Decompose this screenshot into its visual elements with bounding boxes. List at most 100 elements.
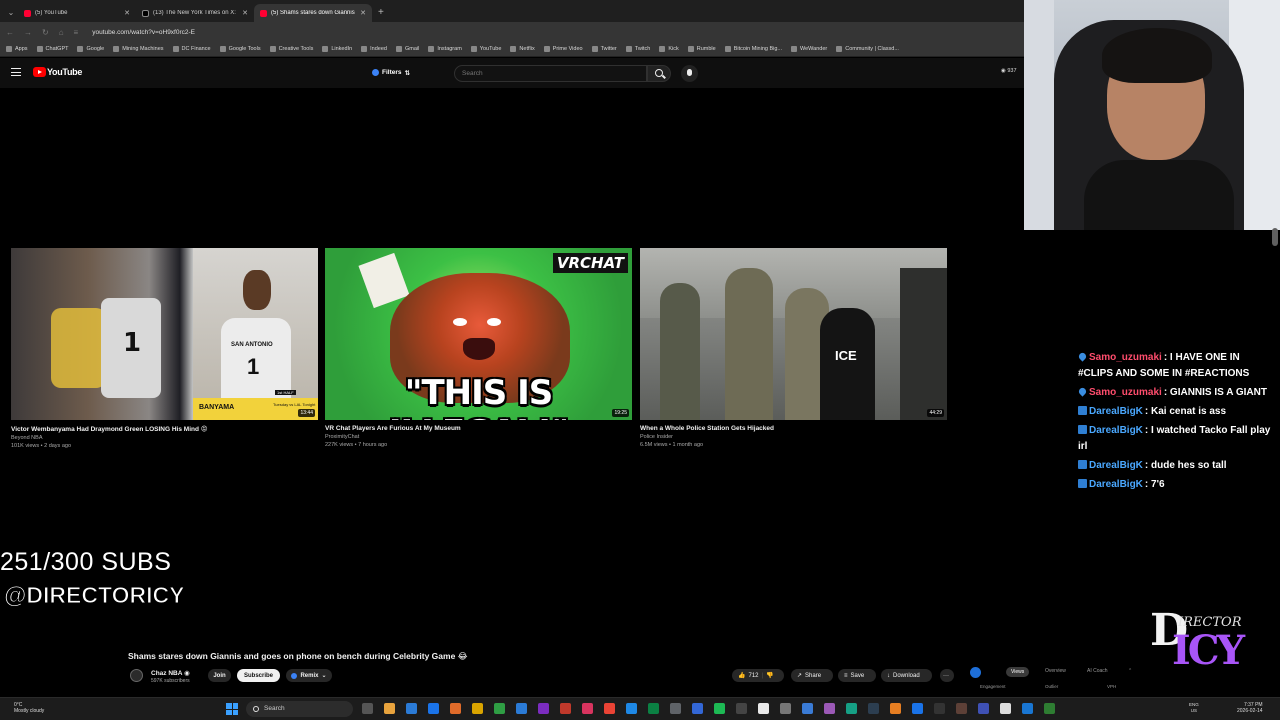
taskbar-app-icon[interactable] [780,703,791,714]
taskbar-app-icon[interactable] [846,703,857,714]
taskbar-app-icon[interactable] [758,703,769,714]
taskbar-app-icon[interactable] [956,703,967,714]
taskbar-app-icon[interactable] [362,703,373,714]
analytics-tab-overview[interactable]: Overview [1045,668,1066,674]
bookmark-item[interactable]: Prime Video [543,46,583,52]
taskbar-app-icon[interactable] [714,703,725,714]
tab-search-icon[interactable]: ⌄ [4,4,18,20]
subscribe-button[interactable]: Subscribe [237,669,280,682]
system-clock[interactable]: 7:37 PM 2026-02-14 [1237,702,1263,714]
taskbar-app-icon[interactable] [538,703,549,714]
reload-icon[interactable]: ↻ [42,28,49,37]
taskbar-app-icon[interactable] [428,703,439,714]
url-field[interactable]: youtube.com/watch?v=oH9xf0rc2-E [92,29,195,36]
language-indicator[interactable]: ENG US [1189,702,1199,714]
page-scrollbar[interactable] [1272,228,1278,246]
taskbar-app-icon[interactable] [648,703,659,714]
filters-button[interactable]: Filters ⇅ [372,66,410,79]
bookmark-item[interactable]: Community | Classd... [836,46,899,52]
youtube-logo-icon[interactable] [33,67,46,77]
channel-avatar[interactable] [130,669,143,682]
taskbar-app-icon[interactable] [912,703,923,714]
taskbar-app-icon[interactable] [626,703,637,714]
close-icon[interactable]: ✕ [124,9,130,17]
bookmark-item[interactable]: YouTube [470,46,501,52]
share-button[interactable]: ↗ Share [791,669,833,682]
youtube-logo-text[interactable]: YouTube [47,67,82,77]
bookmark-item[interactable]: Mining Machines [113,46,164,52]
taskbar-app-icon[interactable] [582,703,593,714]
bookmark-item[interactable]: DC Finance [172,46,211,52]
tab-nyt-x[interactable]: (13) The New York Times on X: ✕ [136,4,254,22]
taskbar-app-icon[interactable] [406,703,417,714]
bookmark-item[interactable]: Twitter [591,46,617,52]
video-channel[interactable]: Beyond NBA [11,435,318,441]
video-channel[interactable]: ProximityChat [325,434,632,440]
taskbar-app-icon[interactable] [472,703,483,714]
bookmark-item[interactable]: Indeed [361,46,387,52]
close-icon[interactable]: ✕ [242,9,248,17]
save-button[interactable]: ≡ Save [838,669,876,682]
bookmark-item[interactable]: Twitch [625,46,650,52]
remix-button[interactable]: Remix ⌄ [286,669,332,682]
bookmark-item[interactable]: Instagram [428,46,462,52]
video-card[interactable]: ICE 44:29 When a Whole Police Station Ge… [640,248,947,448]
video-thumbnail[interactable]: VRCHAT "THIS IS ILLEGAL!" 19:25 [325,248,632,420]
taskbar-app-icon[interactable] [450,703,461,714]
site-info-icon[interactable]: ≡ [74,28,79,37]
bookmark-item[interactable]: Google [77,46,104,52]
taskbar-app-icon[interactable] [494,703,505,714]
bookmark-item[interactable]: Kick [659,46,679,52]
back-icon[interactable]: ← [6,28,14,37]
taskbar-app-icon[interactable] [1000,703,1011,714]
bookmark-item[interactable]: Gmail [395,46,419,52]
video-card[interactable]: 1 SAN ANTONIO 1 1st HALF BANYAMA Tuesday… [11,248,318,449]
forward-icon[interactable]: → [24,28,32,37]
windows-start-icon[interactable] [226,703,238,715]
bookmark-item[interactable]: WeWander [791,46,827,52]
analytics-icon[interactable] [970,667,981,678]
weather-widget[interactable]: 0°C Mostly cloudy [14,702,44,714]
taskbar-app-icon[interactable] [978,703,989,714]
like-button[interactable]: 👍 712 | 👎 [732,669,784,682]
menu-icon[interactable] [11,68,21,76]
taskbar-app-icon[interactable] [516,703,527,714]
taskbar-app-icon[interactable] [1022,703,1033,714]
voice-search-button[interactable] [681,65,698,82]
taskbar-app-icon[interactable] [890,703,901,714]
chevron-up-icon[interactable]: ⌃ [1128,668,1132,674]
bookmark-item[interactable]: ChatGPT [36,46,68,52]
analytics-tab-views[interactable]: Views [1006,667,1030,677]
taskbar-app-icon[interactable] [604,703,615,714]
bookmark-item[interactable]: Apps [6,46,28,52]
home-icon[interactable]: ⌂ [59,28,64,37]
video-thumbnail[interactable]: ICE 44:29 [640,248,947,420]
bookmark-item[interactable]: Bitcoin Mining Big... [724,46,782,52]
bookmark-item[interactable]: Creative Tools [269,46,313,52]
bookmark-item[interactable]: Rumble [687,46,716,52]
taskbar-app-icon[interactable] [1044,703,1055,714]
taskbar-app-icon[interactable] [384,703,395,714]
video-title[interactable]: Victor Wembanyama Had Draymond Green LOS… [11,425,318,433]
channel-name[interactable]: Chaz NBA ◉ [151,669,190,677]
more-actions-button[interactable]: ··· [940,669,954,682]
taskbar-app-icon[interactable] [736,703,747,714]
thumbs-down-icon[interactable]: 👎 [766,672,773,679]
video-card[interactable]: VRCHAT "THIS IS ILLEGAL!" 19:25 VR Chat … [325,248,632,448]
taskbar-app-icon[interactable] [670,703,681,714]
search-button[interactable] [647,65,671,82]
bookmark-item[interactable]: Netflix [510,46,535,52]
join-button[interactable]: Join [208,669,231,682]
bookmark-item[interactable]: Google Tools [219,46,261,52]
taskbar-app-icon[interactable] [868,703,879,714]
tab-current-video[interactable]: (5) Shams stares down Giannis ✕ [254,4,372,22]
download-button[interactable]: ↓ Download [881,669,932,682]
search-input[interactable]: Search [454,65,647,82]
bookmark-item[interactable]: LinkedIn [322,46,352,52]
close-icon[interactable]: ✕ [360,9,366,17]
video-channel[interactable]: Police Insider [640,434,947,440]
taskbar-search-input[interactable]: Search [246,701,353,717]
video-title[interactable]: When a Whole Police Station Gets Hijacke… [640,425,947,432]
taskbar-app-icon[interactable] [692,703,703,714]
taskbar-app-icon[interactable] [802,703,813,714]
